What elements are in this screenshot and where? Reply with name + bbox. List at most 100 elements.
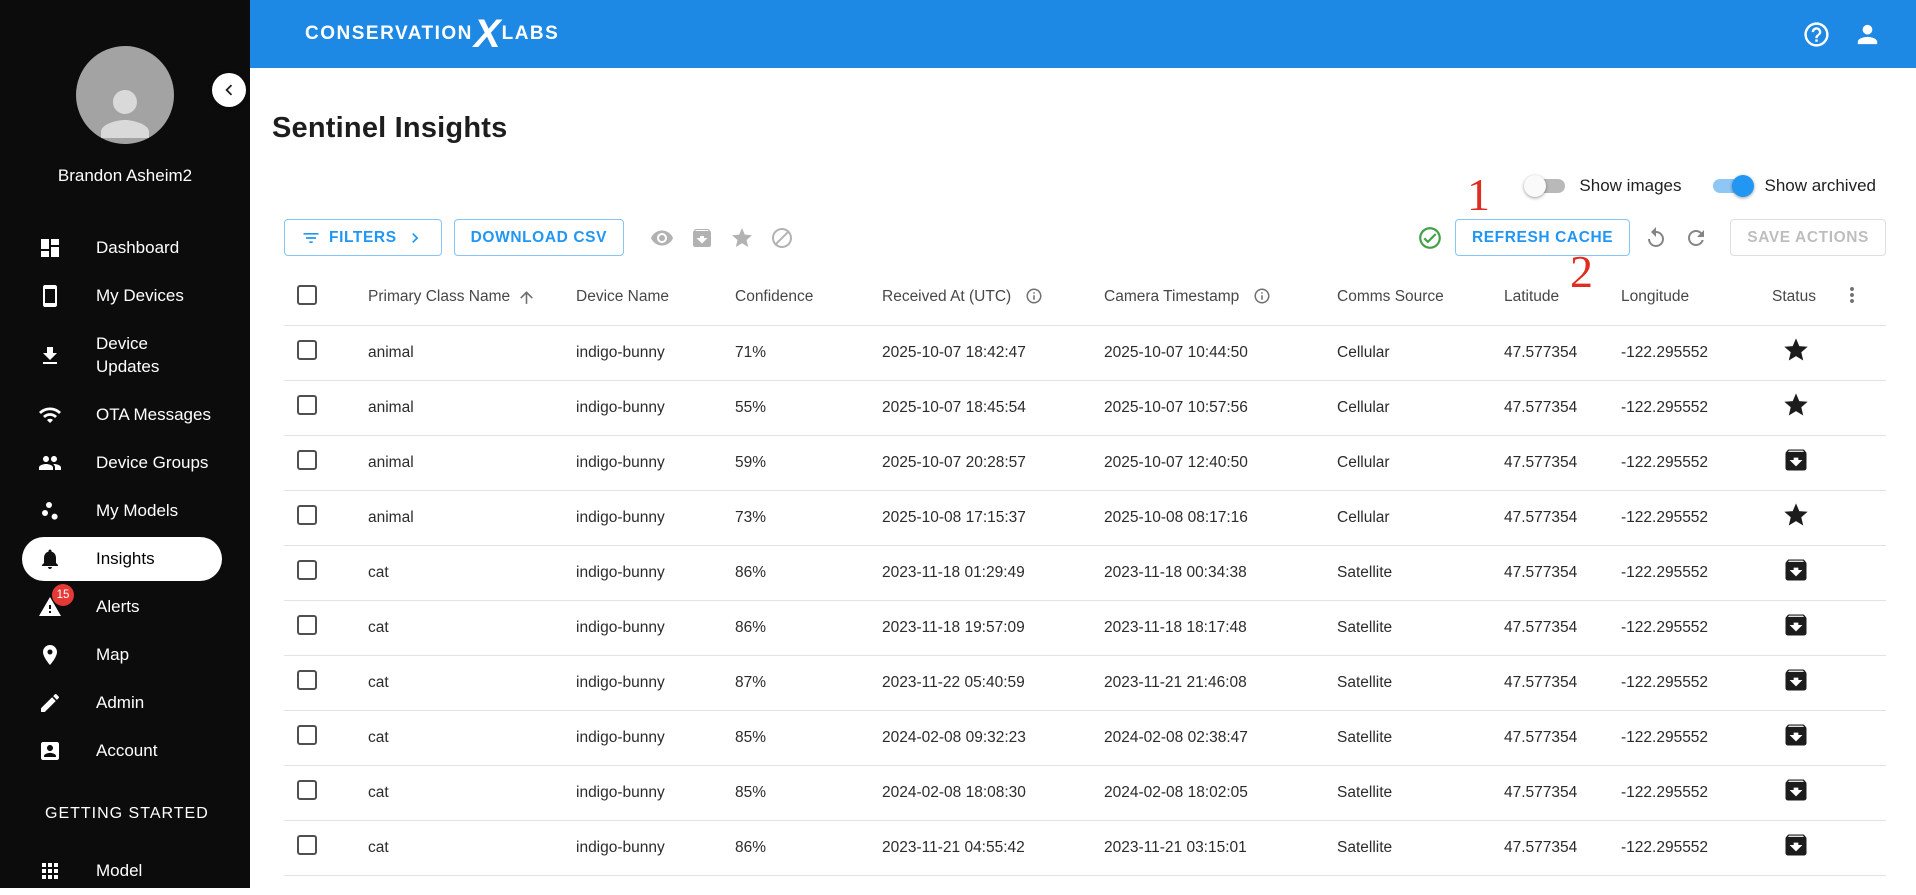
sidebar-item-my-models[interactable]: My Models bbox=[0, 487, 250, 535]
table-row[interactable]: animal indigo-bunny 59% 2025-10-07 20:28… bbox=[284, 435, 1886, 491]
status-archive-icon[interactable] bbox=[1782, 776, 1810, 804]
sidebar-item-map[interactable]: Map bbox=[0, 631, 250, 679]
help-icon bbox=[1804, 21, 1829, 47]
row-checkbox[interactable] bbox=[297, 615, 317, 635]
column-header-camera-timestamp[interactable]: Camera Timestamp bbox=[1104, 270, 1337, 326]
archive-icon bbox=[693, 228, 712, 247]
cell-primary-class: animal bbox=[368, 490, 576, 546]
table-row[interactable]: cat indigo-bunny 86% 2023-11-18 01:29:49… bbox=[284, 545, 1886, 601]
table-row[interactable]: animal indigo-bunny 71% 2025-10-07 18:42… bbox=[284, 325, 1886, 381]
toolbar: FILTERS DOWNLOAD CSV REFRESH CACHE SAVE … bbox=[284, 219, 1886, 256]
cell-confidence: 73% bbox=[735, 490, 882, 546]
table-row[interactable]: animal indigo-bunny 73% 2025-10-08 17:15… bbox=[284, 490, 1886, 546]
column-header-longitude[interactable]: Longitude bbox=[1621, 270, 1772, 326]
star-icon bbox=[732, 227, 753, 247]
devices-icon bbox=[38, 284, 62, 308]
info-icon[interactable] bbox=[1253, 287, 1271, 305]
refresh-cache-button[interactable]: REFRESH CACHE bbox=[1454, 219, 1631, 256]
info-icon[interactable] bbox=[1025, 287, 1043, 305]
cell-received-at: 2025-10-08 17:15:37 bbox=[882, 490, 1104, 546]
status-star-icon[interactable] bbox=[1782, 336, 1810, 364]
block-selected-button[interactable] bbox=[770, 226, 794, 250]
insights-table: Primary Class Name Device Name Confidenc… bbox=[284, 270, 1886, 876]
sidebar-item-device-groups[interactable]: Device Groups bbox=[0, 439, 250, 487]
status-star-icon[interactable] bbox=[1782, 391, 1810, 419]
person-icon bbox=[101, 90, 149, 138]
redo-button[interactable] bbox=[1684, 226, 1708, 250]
sidebar-item-insights[interactable]: Insights bbox=[22, 537, 222, 581]
cell-comms-source: Cellular bbox=[1337, 380, 1504, 436]
check-circle-icon bbox=[1419, 226, 1441, 249]
save-actions-button[interactable]: SAVE ACTIONS bbox=[1730, 219, 1886, 256]
account-icon bbox=[1857, 24, 1878, 44]
cell-confidence: 86% bbox=[735, 545, 882, 601]
column-header-device-name[interactable]: Device Name bbox=[576, 270, 735, 326]
cell-confidence: 85% bbox=[735, 765, 882, 821]
column-menu-button[interactable] bbox=[1840, 283, 1864, 307]
sort-ascending-icon[interactable] bbox=[517, 288, 536, 307]
status-star-icon[interactable] bbox=[1782, 501, 1810, 529]
row-checkbox[interactable] bbox=[297, 505, 317, 525]
sidebar-item-my-devices[interactable]: My Devices bbox=[0, 272, 250, 320]
download-csv-button[interactable]: DOWNLOAD CSV bbox=[453, 219, 625, 256]
show-archived-toggle[interactable] bbox=[1709, 174, 1755, 198]
row-checkbox[interactable] bbox=[297, 395, 317, 415]
row-checkbox[interactable] bbox=[297, 725, 317, 745]
cell-device-name: indigo-bunny bbox=[576, 765, 735, 821]
cache-status-ok-icon bbox=[1417, 225, 1443, 251]
table-row[interactable]: cat indigo-bunny 87% 2023-11-22 05:40:59… bbox=[284, 655, 1886, 711]
sidebar-item-dashboard[interactable]: Dashboard bbox=[0, 224, 250, 272]
column-header-comms-source[interactable]: Comms Source bbox=[1337, 270, 1504, 326]
row-checkbox[interactable] bbox=[297, 340, 317, 360]
column-header-confidence[interactable]: Confidence bbox=[735, 270, 882, 326]
preview-button[interactable] bbox=[650, 226, 674, 250]
undo-button[interactable] bbox=[1644, 226, 1668, 250]
table-row[interactable]: cat indigo-bunny 86% 2023-11-21 04:55:42… bbox=[284, 820, 1886, 876]
status-archive-icon[interactable] bbox=[1782, 611, 1810, 639]
column-header-primary-class[interactable]: Primary Class Name bbox=[368, 270, 576, 326]
cell-comms-source: Satellite bbox=[1337, 545, 1504, 601]
table-row[interactable]: cat indigo-bunny 85% 2024-02-08 09:32:23… bbox=[284, 710, 1886, 766]
cell-received-at: 2023-11-18 01:29:49 bbox=[882, 545, 1104, 601]
avatar bbox=[76, 46, 174, 144]
cell-received-at: 2024-02-08 18:08:30 bbox=[882, 765, 1104, 821]
cell-primary-class: cat bbox=[368, 765, 576, 821]
row-checkbox[interactable] bbox=[297, 450, 317, 470]
more-vert-icon bbox=[1850, 286, 1854, 303]
row-checkbox[interactable] bbox=[297, 670, 317, 690]
status-archive-icon[interactable] bbox=[1782, 721, 1810, 749]
status-archive-icon[interactable] bbox=[1782, 556, 1810, 584]
show-images-label: Show images bbox=[1579, 176, 1682, 195]
row-checkbox[interactable] bbox=[297, 835, 317, 855]
sidebar-item-alerts[interactable]: Alerts 15 bbox=[0, 583, 250, 631]
row-checkbox[interactable] bbox=[297, 780, 317, 800]
column-header-received-at[interactable]: Received At (UTC) bbox=[882, 270, 1104, 326]
table-row[interactable]: cat indigo-bunny 85% 2024-02-08 18:08:30… bbox=[284, 765, 1886, 821]
cell-primary-class: cat bbox=[368, 600, 576, 656]
show-images-toggle[interactable] bbox=[1524, 174, 1569, 198]
table-row[interactable]: animal indigo-bunny 55% 2025-10-07 18:45… bbox=[284, 380, 1886, 436]
help-button[interactable] bbox=[1802, 20, 1831, 49]
filters-button[interactable]: FILTERS bbox=[284, 219, 442, 256]
sidebar-item-account[interactable]: Account bbox=[0, 727, 250, 775]
status-archive-icon[interactable] bbox=[1782, 831, 1810, 859]
status-archive-icon[interactable] bbox=[1782, 666, 1810, 694]
sidebar-item-ota-messages[interactable]: OTA Messages bbox=[0, 391, 250, 439]
dashboard-icon bbox=[38, 236, 62, 260]
cell-comms-source: Cellular bbox=[1337, 435, 1504, 491]
sidebar-collapse-button[interactable] bbox=[212, 73, 246, 107]
filter-icon bbox=[303, 232, 319, 243]
row-checkbox[interactable] bbox=[297, 560, 317, 580]
column-header-status[interactable]: Status bbox=[1772, 270, 1840, 326]
account-button[interactable] bbox=[1853, 20, 1882, 49]
column-header-latitude[interactable]: Latitude bbox=[1504, 270, 1621, 326]
sidebar-item-device-updates[interactable]: Device Updates bbox=[0, 320, 250, 391]
table-row[interactable]: cat indigo-bunny 86% 2023-11-18 19:57:09… bbox=[284, 600, 1886, 656]
sidebar-item-admin[interactable]: Admin bbox=[0, 679, 250, 727]
cell-camera-timestamp: 2025-10-07 10:44:50 bbox=[1104, 325, 1337, 381]
status-archive-icon[interactable] bbox=[1782, 446, 1810, 474]
archive-selected-button[interactable] bbox=[690, 226, 714, 250]
select-all-checkbox[interactable] bbox=[297, 284, 317, 305]
favorite-selected-button[interactable] bbox=[730, 226, 754, 250]
cell-received-at: 2024-02-08 09:32:23 bbox=[882, 710, 1104, 766]
